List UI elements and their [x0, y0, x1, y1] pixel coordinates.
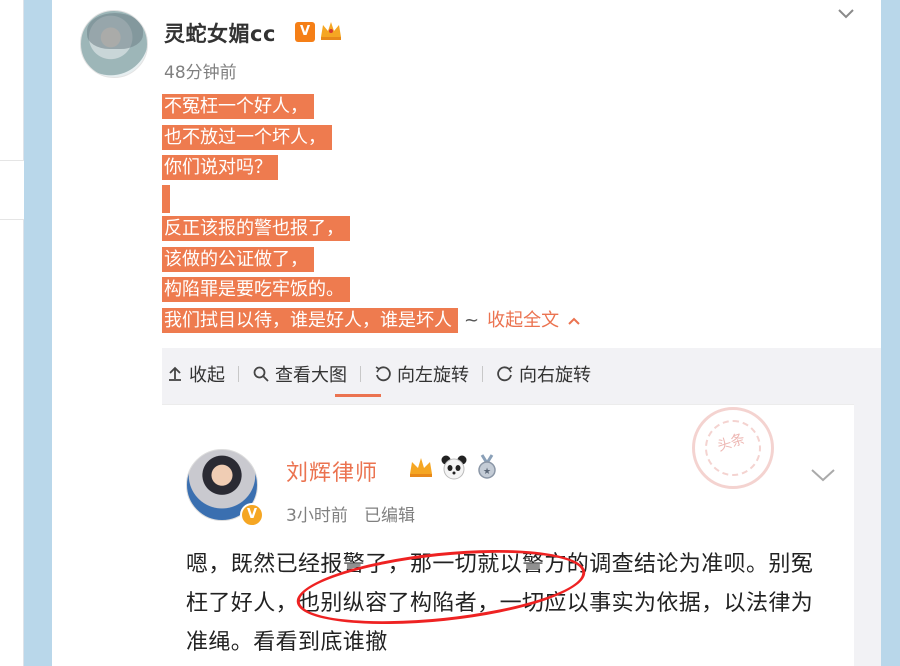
- image-toolbar: 收起 查看大图 向左旋转 向右旋转: [162, 356, 595, 392]
- quoted-meta: 3小时前 已编辑: [286, 501, 415, 526]
- toolbar-divider: [238, 366, 239, 382]
- post-body: 不冤枉一个好人， 也不放过一个坏人， 你们说对吗？ 反正该报的警也报了， 该做的…: [162, 92, 581, 336]
- toolbar-divider: [360, 366, 361, 382]
- left-panel-item: [0, 160, 24, 220]
- search-icon: [253, 366, 269, 382]
- crown-icon: [321, 22, 341, 40]
- post-username[interactable]: 灵蛇女媚cc: [164, 18, 276, 48]
- quoted-badges: ★: [408, 453, 500, 481]
- collapse-full-text-link[interactable]: 收起全文: [479, 310, 559, 331]
- post-line: 不冤枉一个好人，: [162, 94, 314, 119]
- medal-icon: ★: [478, 454, 496, 479]
- rotate-right-label: 向右旋转: [519, 365, 591, 386]
- collapse-arrow-icon: [169, 366, 181, 381]
- post-line: 构陷罪是要吃牢饭的。: [162, 277, 350, 302]
- post-blank-line: [162, 184, 170, 213]
- svg-text:★: ★: [483, 467, 491, 477]
- toolbar-divider: [482, 366, 483, 382]
- collapse-label: 收起: [189, 365, 225, 386]
- rotate-left-button[interactable]: 向左旋转: [370, 361, 473, 387]
- post-tilde: ~: [464, 309, 480, 331]
- rotate-left-icon: [375, 366, 391, 382]
- quoted-username: 刘辉律师: [286, 461, 379, 486]
- post-line: 该做的公证做了，: [162, 246, 314, 272]
- post-line: 你们说对吗？: [162, 155, 278, 180]
- toolbar-active-indicator: [335, 394, 381, 397]
- view-large-label: 查看大图: [275, 365, 347, 386]
- quoted-timestamp: 3小时前: [286, 506, 348, 526]
- collapse-button[interactable]: 收起: [162, 361, 229, 387]
- post-line: 反正该报的警也报了，: [162, 216, 350, 241]
- stamp-watermark: 头条: [692, 407, 774, 489]
- chevron-down-icon[interactable]: [837, 8, 855, 20]
- post-line: 我们拭目以待，谁是好人，谁是坏人: [162, 307, 458, 333]
- embedded-image-post[interactable]: 头条 V 刘辉律师 ★ 3小时前 已编辑 嗯，既然已经报警了，那一切就以警方的调…: [162, 404, 854, 666]
- verified-badge-icon: V: [295, 22, 315, 42]
- quoted-verified-badge-icon: V: [240, 503, 264, 527]
- view-large-button[interactable]: 查看大图: [248, 361, 351, 387]
- panda-icon: [441, 455, 467, 480]
- chevron-up-icon[interactable]: [567, 316, 581, 326]
- rotate-right-icon: [497, 366, 513, 382]
- rotate-left-label: 向左旋转: [397, 365, 469, 386]
- post-timestamp: 48分钟前: [164, 63, 237, 83]
- left-panel-edge: [0, 0, 24, 666]
- chevron-down-icon: [811, 469, 835, 482]
- rotate-right-button[interactable]: 向右旋转: [492, 361, 595, 387]
- post-line: 也不放过一个坏人，: [162, 124, 332, 150]
- user-avatar[interactable]: [80, 10, 148, 78]
- quoted-edited-label: 已编辑: [364, 506, 416, 526]
- crown-icon: [410, 458, 432, 477]
- avatar-hair: [87, 13, 143, 49]
